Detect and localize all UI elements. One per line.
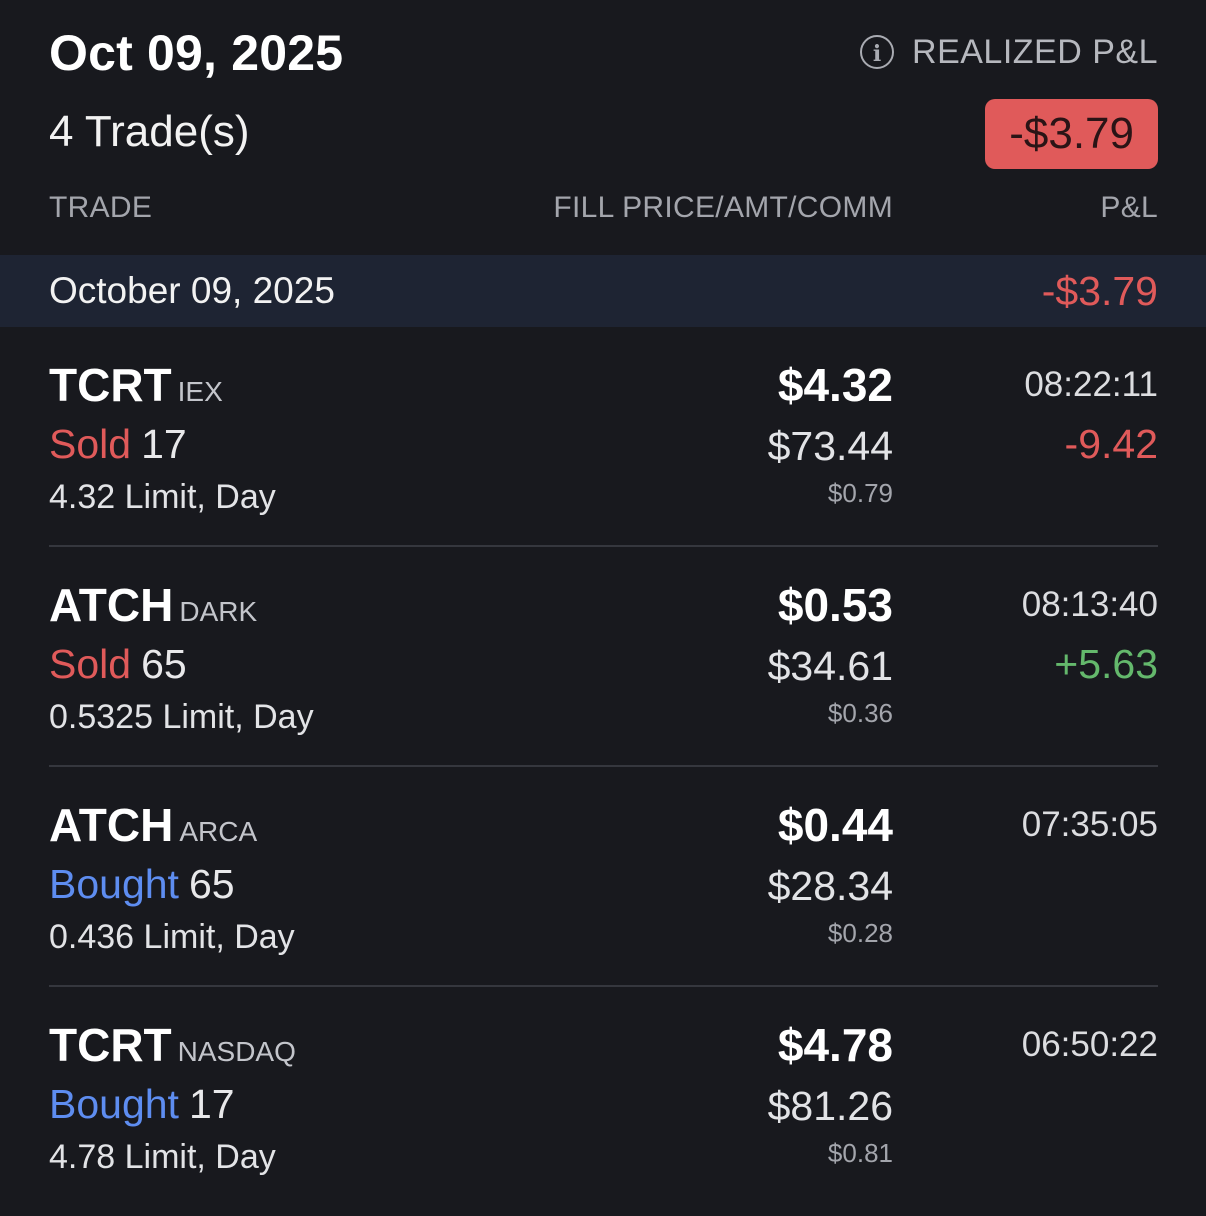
trade-exchange: DARK	[179, 596, 258, 627]
realized-pl-badge: -$3.79	[985, 99, 1158, 169]
trade-commission: $0.81	[827, 1138, 893, 1168]
trade-history-page: Oct 09, 2025 4 Trade(s) i REALIZED P&L -…	[0, 0, 1206, 1216]
day-group-header[interactable]: October 09, 2025 -$3.79	[0, 255, 1206, 327]
realized-pl-label: REALIZED P&L	[912, 33, 1158, 71]
trade-row[interactable]: TCRT IEX Sold 17 4.32 Limit, Day $4.32 $73…	[49, 327, 1158, 547]
realized-pl-header: i REALIZED P&L	[860, 30, 1158, 74]
trade-side: Sold	[49, 421, 132, 467]
column-header-trade: TRADE	[49, 191, 153, 224]
trade-list: TCRT IEX Sold 17 4.32 Limit, Day $4.32 $73…	[0, 327, 1206, 1207]
trade-time: 08:22:11	[1024, 365, 1158, 404]
trade-amount: $73.44	[767, 423, 893, 469]
trade-amount: $81.26	[767, 1083, 893, 1129]
trade-quantity: 65	[188, 861, 235, 907]
trade-order-type: 4.78 Limit, Day	[49, 1138, 276, 1176]
trade-fill-price: $0.44	[777, 799, 893, 851]
trade-quantity: 65	[141, 641, 187, 687]
trade-order-type: 0.5325 Limit, Day	[49, 698, 314, 736]
header: Oct 09, 2025 4 Trade(s) i REALIZED P&L -…	[0, 0, 1206, 255]
trade-side: Sold	[49, 641, 132, 687]
trade-time: 08:13:40	[1021, 585, 1158, 624]
trade-side: Bought	[49, 1081, 179, 1127]
trade-count: 4 Trade(s)	[49, 107, 250, 156]
trade-symbol: TCRT	[49, 1019, 172, 1071]
trade-commission: $0.36	[827, 698, 893, 728]
trade-order-type: 4.32 Limit, Day	[49, 478, 276, 516]
trade-commission: $0.28	[827, 918, 893, 948]
trade-row[interactable]: TCRT NASDAQ Bought 17 4.78 Limit, Day $4.7…	[49, 987, 1158, 1207]
trade-exchange: NASDAQ	[177, 1036, 296, 1067]
trade-quantity: 17	[141, 421, 187, 467]
day-group-label: October 09, 2025	[49, 270, 335, 311]
trade-symbol: TCRT	[49, 359, 172, 411]
trade-fill-price: $4.32	[777, 359, 893, 411]
trade-order-type: 0.436 Limit, Day	[49, 918, 295, 956]
column-header-pl: P&L	[1100, 191, 1158, 224]
trade-fill-price: $4.78	[777, 1019, 893, 1071]
trade-commission: $0.79	[827, 478, 893, 508]
trade-exchange: IEX	[177, 376, 223, 407]
day-group-pl: -$3.79	[1041, 268, 1158, 314]
trade-symbol: ATCH	[49, 799, 174, 851]
column-header-fill: FILL PRICE/AMT/COMM	[553, 191, 893, 224]
info-icon[interactable]: i	[860, 35, 895, 69]
trade-time: 06:50:22	[1021, 1025, 1158, 1064]
trade-exchange: ARCA	[179, 816, 258, 847]
trade-amount: $28.34	[767, 863, 893, 909]
trade-time: 07:35:05	[1021, 805, 1158, 844]
trade-symbol: ATCH	[49, 579, 174, 631]
page-title: Oct 09, 2025	[49, 25, 344, 81]
trade-fill-price: $0.53	[777, 579, 893, 631]
trade-quantity: 17	[188, 1081, 235, 1127]
trade-row[interactable]: ATCH DARK Sold 65 0.5325 Limit, Day $0.53 …	[49, 547, 1158, 767]
trade-pl: +5.63	[1054, 641, 1158, 687]
trade-side: Bought	[49, 861, 179, 907]
trade-pl: -9.42	[1064, 421, 1158, 467]
trade-row[interactable]: ATCH ARCA Bought 65 0.436 Limit, Day $0.44…	[49, 767, 1158, 987]
trade-amount: $34.61	[767, 643, 893, 689]
